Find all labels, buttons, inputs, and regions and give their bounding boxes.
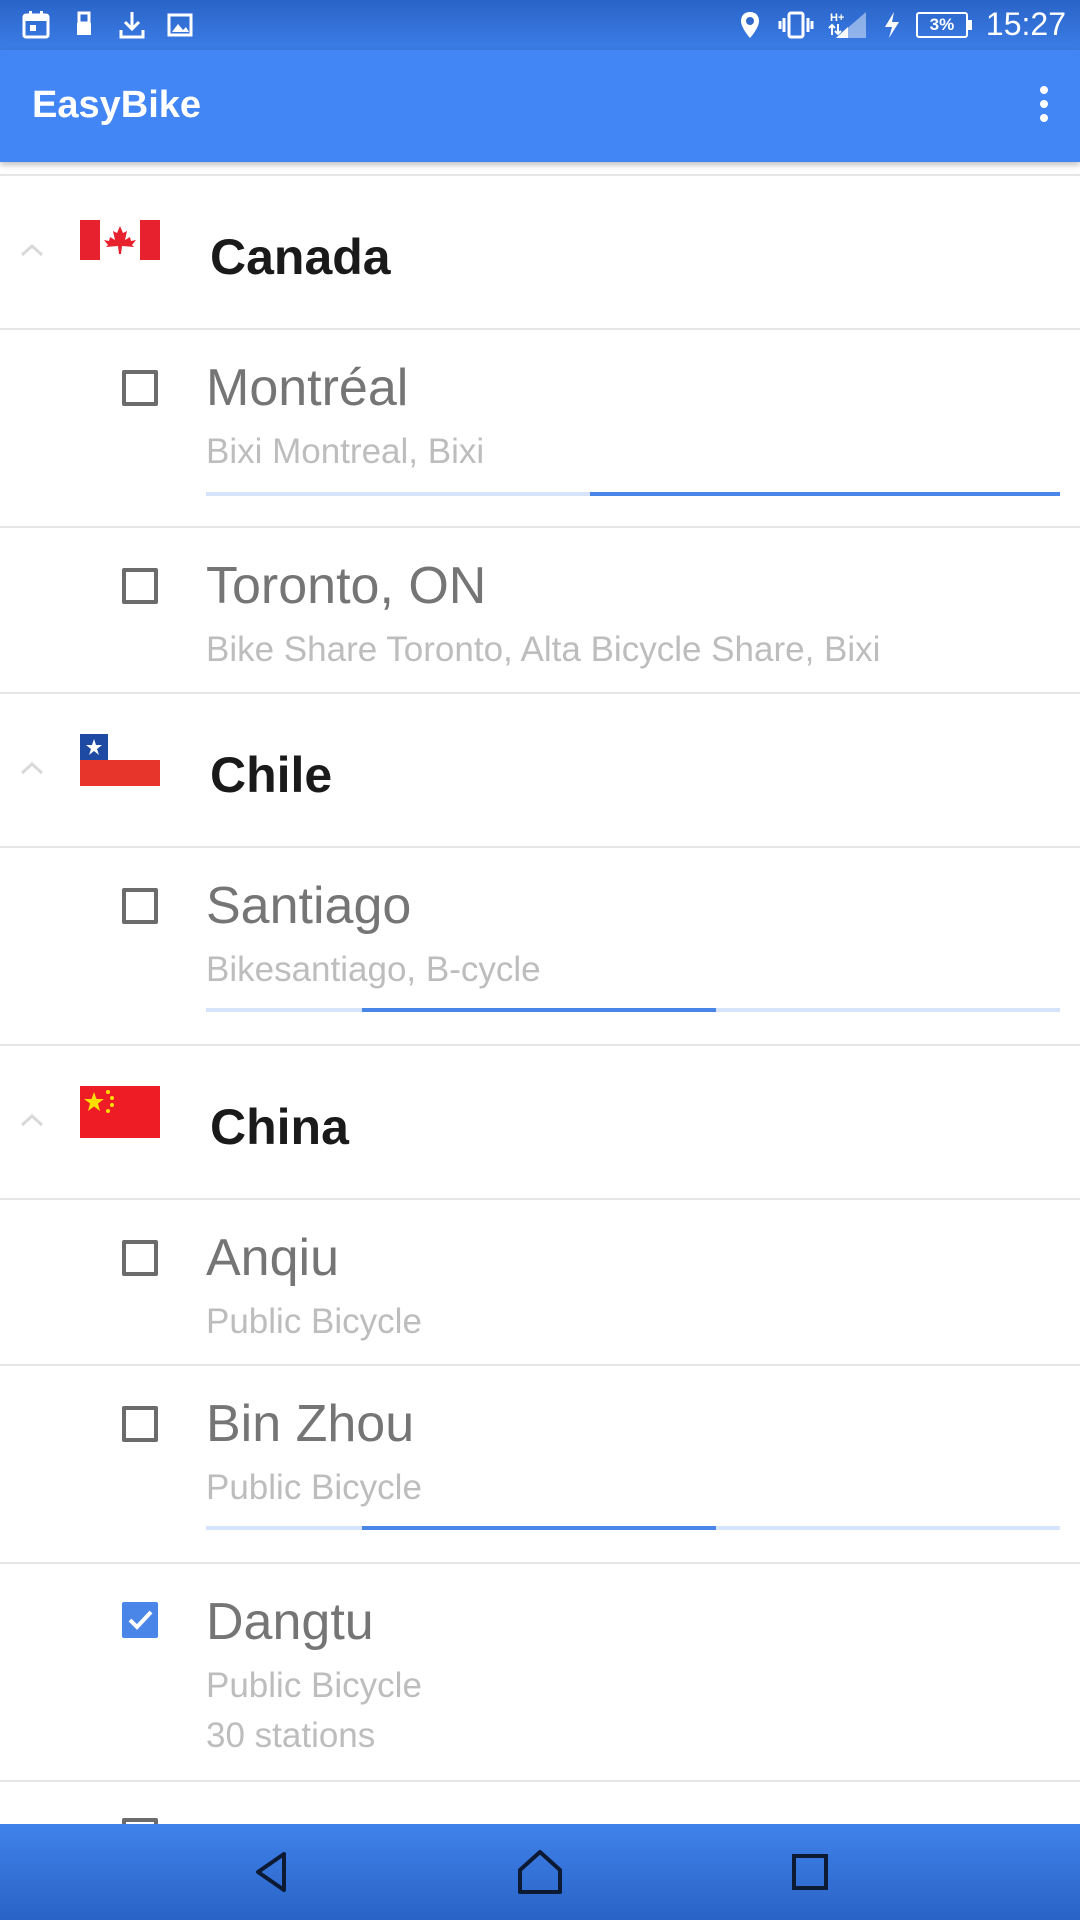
chevron-up-icon[interactable] xyxy=(18,1110,46,1130)
charging-icon xyxy=(884,11,899,38)
country-name: China xyxy=(210,1099,349,1155)
city-row-montreal[interactable]: Montréal Bixi Montreal, Bixi xyxy=(0,330,1080,528)
back-icon[interactable] xyxy=(244,1846,300,1898)
battery-level: 3% xyxy=(915,11,968,38)
city-name: Anqiu xyxy=(206,1229,339,1287)
network-type-label: H+ xyxy=(830,12,844,24)
city-name: Montréal xyxy=(206,359,409,417)
country-header-china[interactable]: China xyxy=(0,1046,1080,1200)
city-systems: Public Bicycle xyxy=(206,1468,422,1507)
city-checkbox[interactable] xyxy=(122,1240,158,1276)
chevron-up-icon[interactable] xyxy=(18,240,46,260)
city-systems: Public Bicycle xyxy=(206,1302,422,1341)
country-header-chile[interactable]: Chile xyxy=(0,694,1080,848)
loading-progress xyxy=(206,1526,1060,1530)
battery-indicator: 3% xyxy=(915,11,972,38)
city-list[interactable]: Canada Montréal Bixi Montreal, Bixi Toro… xyxy=(0,162,1080,1824)
calendar-icon xyxy=(22,11,50,39)
city-row-anqiu[interactable]: Anqiu Public Bicycle xyxy=(0,1200,1080,1366)
city-row-dangtu[interactable]: Dangtu Public Bicycle 30 stations xyxy=(0,1564,1080,1782)
download-icon xyxy=(119,12,145,39)
city-systems: Bikesantiago, B-cycle xyxy=(206,950,541,989)
city-systems: Public Bicycle xyxy=(206,1666,422,1705)
location-icon xyxy=(740,11,759,38)
signal-icon: H+ xyxy=(828,11,866,38)
home-icon[interactable] xyxy=(512,1846,568,1898)
usb-icon xyxy=(77,11,91,35)
loading-progress xyxy=(206,1008,1060,1012)
recents-icon[interactable] xyxy=(782,1846,838,1898)
city-systems: Bixi Montreal, Bixi xyxy=(206,432,485,471)
vibrate-icon xyxy=(778,11,814,38)
checked-checkbox-icon[interactable] xyxy=(122,1602,158,1638)
city-name: Santiago xyxy=(206,877,412,935)
city-name: Toronto, ON xyxy=(206,557,487,615)
status-bar: H+ 3% 15:27 xyxy=(0,0,1080,50)
overflow-menu-icon[interactable] xyxy=(1028,80,1060,128)
city-row-toronto[interactable]: Toronto, ON Bike Share Toronto, Alta Bic… xyxy=(0,528,1080,694)
country-name: Chile xyxy=(210,747,333,803)
city-checkbox[interactable] xyxy=(122,1406,158,1442)
canada-flag-icon xyxy=(80,220,160,260)
city-row-bin-zhou[interactable]: Bin Zhou Public Bicycle xyxy=(0,1366,1080,1564)
loading-progress xyxy=(206,492,1060,496)
city-checkbox[interactable] xyxy=(122,370,158,406)
navigation-bar xyxy=(0,1824,1080,1920)
country-header-canada[interactable]: Canada xyxy=(0,176,1080,330)
app-title: EasyBike xyxy=(32,84,202,126)
chile-flag-icon xyxy=(80,734,160,786)
city-stations-count: 30 stations xyxy=(206,1716,376,1755)
city-checkbox[interactable] xyxy=(122,568,158,604)
app-bar: EasyBike xyxy=(0,50,1080,162)
city-name: Bin Zhou xyxy=(206,1395,415,1453)
city-row-santiago[interactable]: Santiago Bikesantiago, B-cycle xyxy=(0,848,1080,1046)
city-checkbox[interactable] xyxy=(122,888,158,924)
status-time: 15:27 xyxy=(985,6,1066,42)
country-name: Canada xyxy=(210,229,391,285)
city-row-partial[interactable] xyxy=(0,1782,1080,1824)
city-name: Dangtu xyxy=(206,1593,374,1651)
city-systems: Bike Share Toronto, Alta Bicycle Share, … xyxy=(206,630,881,669)
china-flag-icon xyxy=(80,1086,160,1138)
image-icon xyxy=(167,13,193,37)
chevron-up-icon[interactable] xyxy=(18,758,46,778)
